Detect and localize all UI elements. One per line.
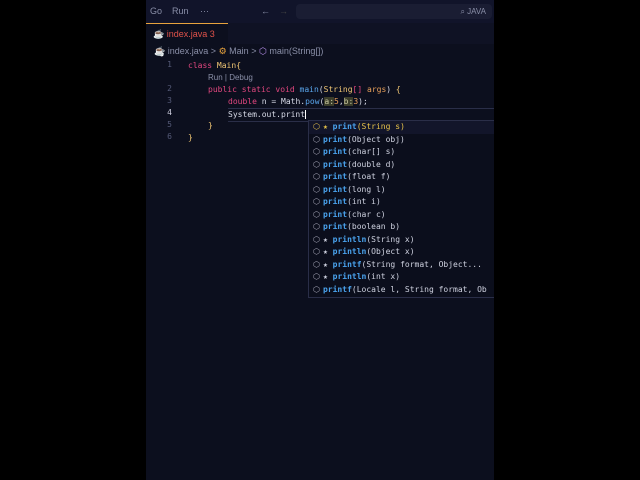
crumb-file[interactable]: index.java xyxy=(168,46,209,56)
suggestion-name: print xyxy=(322,134,348,144)
suggestion-name: print xyxy=(322,222,348,231)
suggestion-args: (double d) xyxy=(347,159,396,169)
suggestion-args: (Object obj) xyxy=(347,134,405,144)
code-line: double n = Math.pow(a:5,b:3); xyxy=(228,97,368,106)
codelens-run-debug[interactable]: Run | Debug xyxy=(208,72,253,84)
suggestion-item[interactable]: ⬡ ★ println(String x) xyxy=(309,234,494,247)
suggestion-name: print xyxy=(322,172,348,181)
method-icon: ⬡ xyxy=(313,222,320,231)
code-line: class Main{ xyxy=(188,61,242,70)
problems-count: 3 xyxy=(209,29,215,39)
java-file-icon: ☕ xyxy=(153,29,167,39)
method-icon: ⬡ xyxy=(313,197,320,206)
method-icon: ⬡ xyxy=(313,122,320,131)
suggestion-args: (boolean b) xyxy=(347,222,401,231)
suggestion-item[interactable]: ⬡ print(int i) xyxy=(309,196,494,209)
suggestion-item[interactable]: ⬡ ★ println(int x) xyxy=(309,271,494,284)
suggestion-args: (String format, Object... xyxy=(361,259,482,269)
star-icon: ★ xyxy=(322,259,333,269)
method-icon: ⬡ xyxy=(258,46,267,56)
star-icon: ★ xyxy=(322,272,333,281)
suggestion-name: println xyxy=(332,272,367,281)
method-icon: ⬡ xyxy=(313,147,320,156)
suggestion-item[interactable]: ⬡ ★ println(Object x) xyxy=(309,246,494,259)
suggestion-item[interactable]: ⬡ print(boolean b) xyxy=(309,221,494,234)
line-number: 3 xyxy=(167,96,172,105)
line-number: 4 xyxy=(167,108,172,117)
suggestion-item[interactable]: ⬡ ★ print(String s) xyxy=(309,121,494,134)
suggestion-name: printf xyxy=(332,259,362,269)
suggestion-args: (Object x) xyxy=(366,247,415,256)
breadcrumb: ☕ index.java > ⚙ Main > ⬡ main(String[]) xyxy=(154,46,323,57)
method-icon: ⬡ xyxy=(313,247,320,256)
suggestion-item[interactable]: ⬡ print(double d) xyxy=(309,159,494,172)
suggestion-name: println xyxy=(332,234,367,244)
suggestion-args: (String x) xyxy=(366,234,415,244)
suggestion-item[interactable]: ⬡ ★ printf(String format, Object... xyxy=(309,259,494,272)
method-icon: ⬡ xyxy=(313,209,320,219)
suggestion-args: (char[] s) xyxy=(347,147,396,156)
method-icon: ⬡ xyxy=(313,234,320,244)
suggestion-name: printf xyxy=(322,284,352,294)
suggestion-args: (char c) xyxy=(347,209,386,219)
code-line: public static void main(String[] args) { xyxy=(208,85,401,94)
suggestion-item[interactable]: ⬡ print(char[] s) xyxy=(309,146,494,159)
class-icon: ⚙ xyxy=(218,46,227,56)
crumb-sep: > xyxy=(210,46,217,56)
forward-arrow-icon[interactable]: → xyxy=(279,6,288,16)
menu-run[interactable]: Run xyxy=(172,6,189,16)
suggestion-name: print xyxy=(322,184,348,194)
suggestion-args: (Locale l, String format, Ob xyxy=(351,284,487,294)
line-number: 1 xyxy=(167,60,172,69)
tab-label: index.java xyxy=(166,29,208,39)
java-file-icon: ☕ xyxy=(154,46,166,56)
suggestion-name: print xyxy=(332,122,357,131)
suggestion-name: println xyxy=(332,247,367,256)
suggestion-name: print xyxy=(322,209,348,219)
tab-index-java[interactable]: ☕ index.java 3 ● xyxy=(146,23,228,59)
back-arrow-icon[interactable]: ← xyxy=(261,6,270,16)
suggestion-args: (int x) xyxy=(366,272,401,281)
suggestion-name: print xyxy=(322,159,348,169)
vscode-window: Go Run ··· ← → ⌕ JAVA ☕ index.java 3 ● ☕… xyxy=(146,0,494,480)
suggestion-name: print xyxy=(322,197,348,206)
suggestion-args: (String s) xyxy=(356,122,405,131)
crumb-sep: > xyxy=(251,46,257,56)
suggestion-args: (long l) xyxy=(347,184,386,194)
code-line: } xyxy=(188,133,193,142)
suggestion-item[interactable]: ⬡ printf(Locale l, String format, Ob xyxy=(309,284,494,297)
star-icon: ★ xyxy=(322,234,333,244)
method-icon: ⬡ xyxy=(313,259,320,269)
autocomplete-list: ⬡ ★ print(String s) ⬡ print(Object obj) ⬡ pri… xyxy=(308,120,494,298)
method-icon: ⬡ xyxy=(313,172,320,181)
suggestion-args: (int i) xyxy=(347,197,381,206)
line-number: 6 xyxy=(167,132,172,141)
menu-go[interactable]: Go xyxy=(150,6,162,16)
line-number: 2 xyxy=(167,84,172,93)
title-bar: Go Run ··· ← → ⌕ JAVA xyxy=(146,0,494,23)
method-icon: ⬡ xyxy=(313,134,320,144)
suggestion-item[interactable]: ⬡ print(Object obj) xyxy=(309,134,494,147)
crumb-class[interactable]: Main xyxy=(229,46,249,56)
method-icon: ⬡ xyxy=(313,159,320,169)
method-icon: ⬡ xyxy=(313,184,320,194)
suggestion-item[interactable]: ⬡ print(long l) xyxy=(309,184,494,197)
suggestion-args: (float f) xyxy=(347,172,391,181)
line-number: 5 xyxy=(167,120,172,129)
suggestion-name: print xyxy=(322,147,348,156)
code-line: } xyxy=(208,121,213,130)
method-icon: ⬡ xyxy=(313,272,320,281)
suggestion-item[interactable]: ⬡ print(float f) xyxy=(309,171,494,184)
suggestion-item[interactable]: ⬡ print(char c) xyxy=(309,209,494,222)
tab-bar: ☕ index.java 3 ● xyxy=(146,23,494,59)
star-icon: ★ xyxy=(322,247,333,256)
method-icon: ⬡ xyxy=(313,284,320,294)
menu-more[interactable]: ··· xyxy=(200,6,209,16)
star-icon: ★ xyxy=(322,122,333,131)
command-search[interactable]: ⌕ JAVA xyxy=(296,4,492,19)
crumb-method[interactable]: main(String[]) xyxy=(269,46,323,56)
